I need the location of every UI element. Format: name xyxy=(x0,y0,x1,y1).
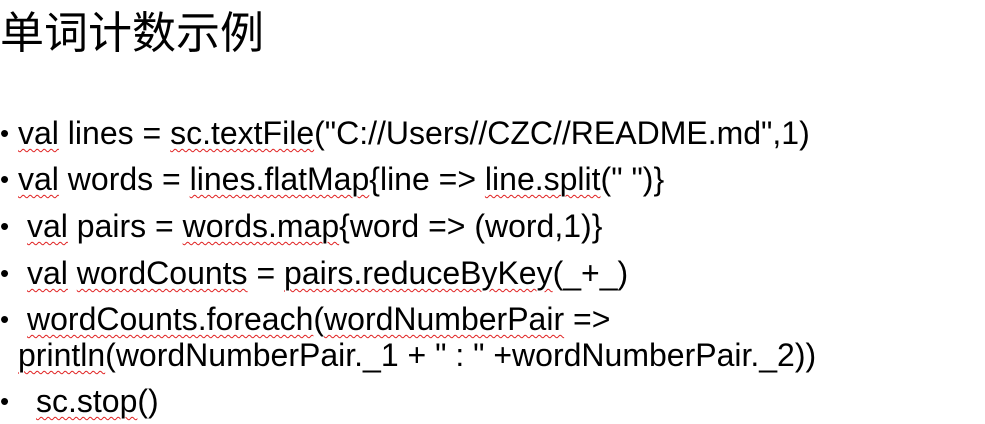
bullet-dot: • xyxy=(0,258,10,288)
bullet-dot: • xyxy=(0,211,10,241)
slide: 单词计数示例 • val lines = sc.textFile("C://Us… xyxy=(0,0,985,423)
bullet-dot: • xyxy=(0,118,10,148)
spellcheck-flagged-token: val xyxy=(27,208,68,244)
spellcheck-flagged-token: pairs.reduceByKey xyxy=(284,255,553,291)
code-line: val wordCounts = pairs.reduceByKey(_+_) xyxy=(27,250,628,296)
spellcheck-flagged-token: println xyxy=(18,337,106,373)
code-token: lines = xyxy=(58,115,171,151)
spellcheck-flagged-token: lines.flatMap xyxy=(189,161,370,197)
spellcheck-flagged-token: val xyxy=(18,115,59,151)
code-line-continuation: println(wordNumberPair._1 + " : " +wordN… xyxy=(18,332,816,378)
bullet-dot: • xyxy=(0,304,10,334)
code-token: () xyxy=(137,383,159,419)
bullet-dot: • xyxy=(0,386,10,416)
code-line: val lines = sc.textFile("C://Users//CZC/… xyxy=(18,110,810,156)
code-line: val pairs = words.map{word => (word,1)} xyxy=(27,203,602,249)
spellcheck-flagged-token: line.split xyxy=(484,161,601,197)
spellcheck-flagged-token: val xyxy=(27,255,68,291)
code-line: sc.stop() xyxy=(36,378,159,424)
spellcheck-flagged-token: wordCounts xyxy=(76,255,248,291)
bullet-dot: • xyxy=(0,164,10,194)
spellcheck-flagged-token: sc.textFile xyxy=(170,115,315,151)
code-token: (" ")} xyxy=(600,161,665,197)
slide-title: 单词计数示例 xyxy=(0,8,264,59)
spellcheck-flagged-token: val xyxy=(18,161,59,197)
code-token: ("C://Users//CZC//README.md",1) xyxy=(314,115,810,151)
code-token: (_+_) xyxy=(552,255,629,291)
code-token: = xyxy=(247,255,285,291)
code-token: words = xyxy=(58,161,190,197)
code-line: val words = lines.flatMap{line => line.s… xyxy=(18,156,664,202)
spellcheck-flagged-token: sc.stop xyxy=(36,383,138,419)
code-token: {line => xyxy=(369,161,485,197)
spellcheck-flagged-token: words.map xyxy=(182,208,340,244)
code-token: {word => (word,1)} xyxy=(339,208,603,244)
code-token: pairs = xyxy=(67,208,183,244)
code-token: (wordNumberPair._1 + " : " +wordNumberPa… xyxy=(105,337,817,373)
